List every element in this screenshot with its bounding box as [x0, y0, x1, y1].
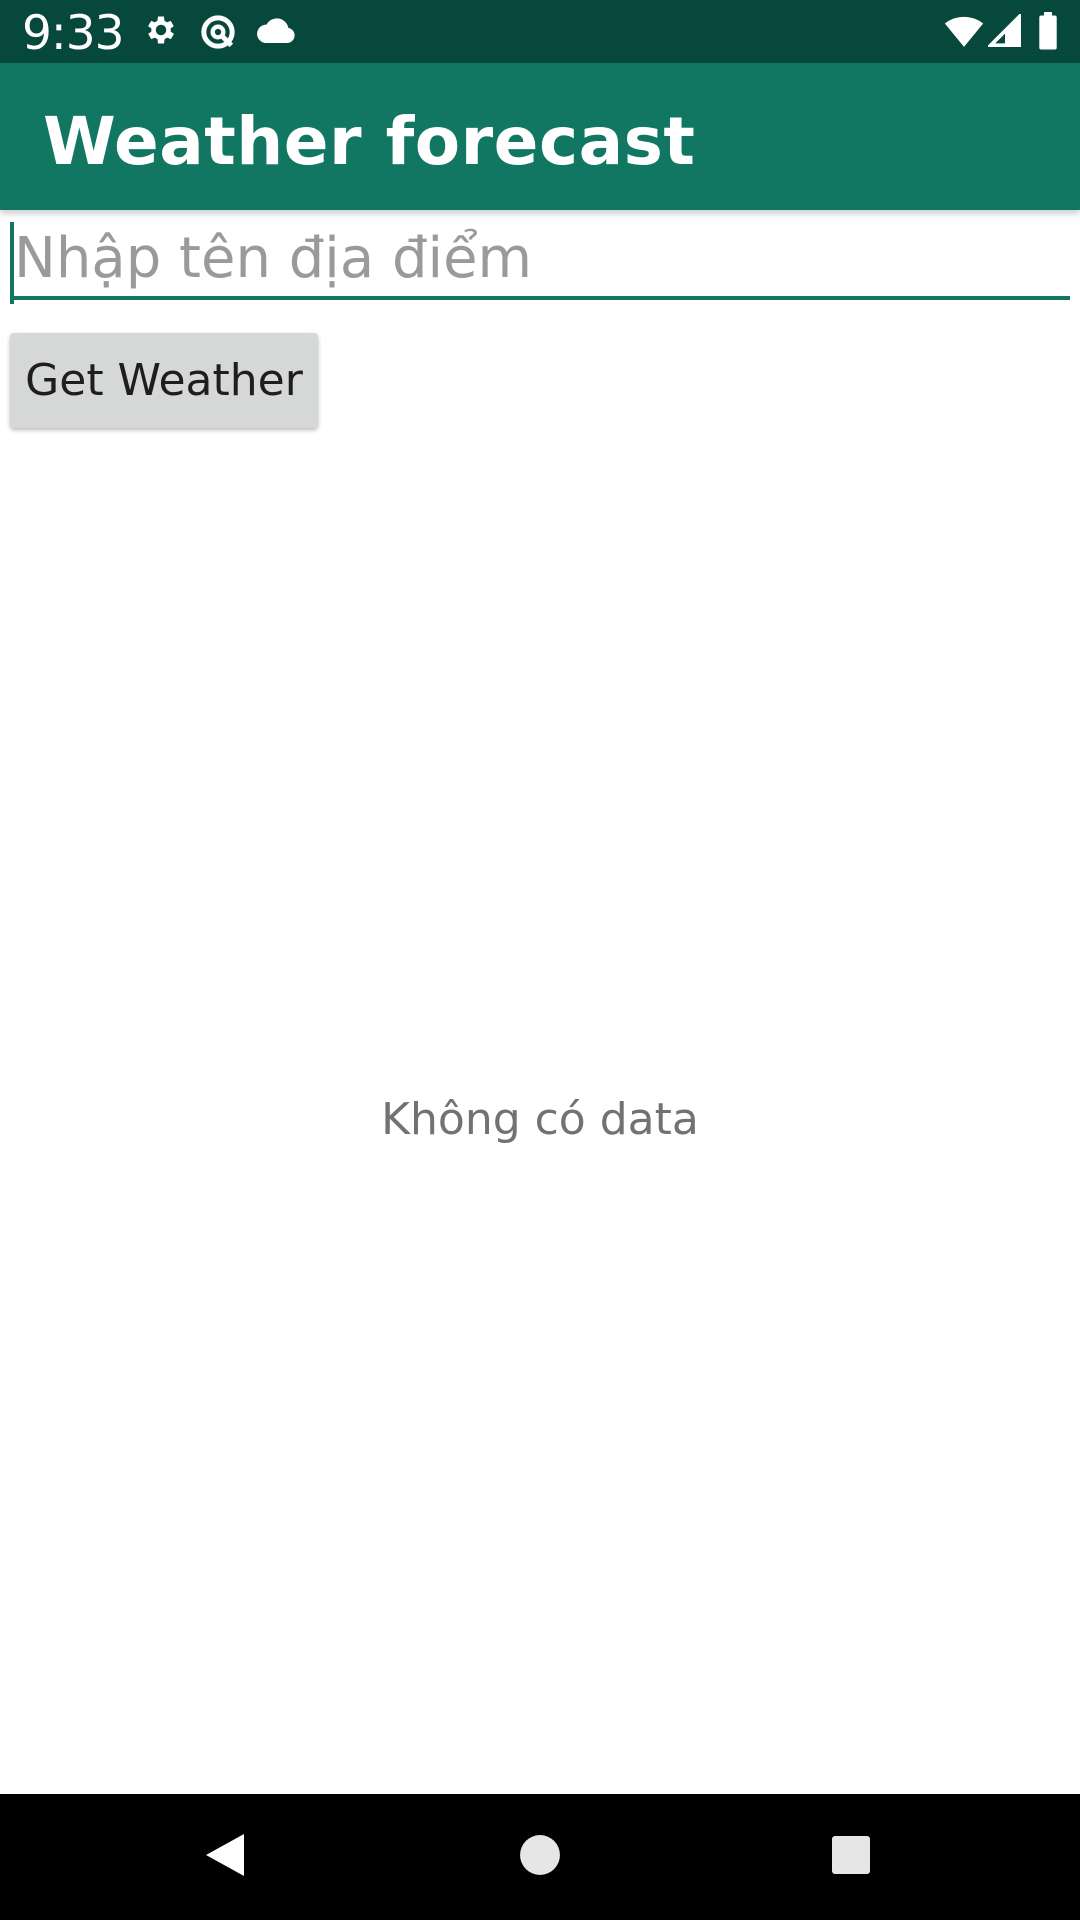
cloud-icon [256, 16, 296, 51]
wifi-icon [944, 14, 984, 53]
home-icon [519, 1834, 561, 1881]
app-title: Weather forecast [43, 103, 696, 180]
recents-button[interactable] [771, 1794, 931, 1920]
navigation-bar [0, 1794, 1080, 1920]
vpn-key-icon [198, 12, 238, 57]
app-screen: 9:33 Weather forecast Nhập tên địa điểm … [0, 0, 1080, 1920]
recents-icon [831, 1835, 871, 1880]
location-input-container [10, 220, 1070, 300]
gear-icon [143, 12, 179, 53]
back-button[interactable] [145, 1794, 305, 1920]
back-icon [204, 1832, 246, 1883]
home-button[interactable] [460, 1794, 620, 1920]
get-weather-button[interactable]: Get Weather [10, 333, 318, 428]
app-bar: Weather forecast [0, 63, 1080, 210]
status-time: 9:33 [22, 6, 125, 61]
battery-icon [1038, 12, 1058, 55]
text-cursor [10, 222, 14, 304]
location-input[interactable] [10, 220, 1070, 300]
status-bar: 9:33 [0, 0, 1080, 63]
cell-signal-icon [986, 12, 1022, 53]
empty-result-message: Không có data [381, 1094, 699, 1145]
